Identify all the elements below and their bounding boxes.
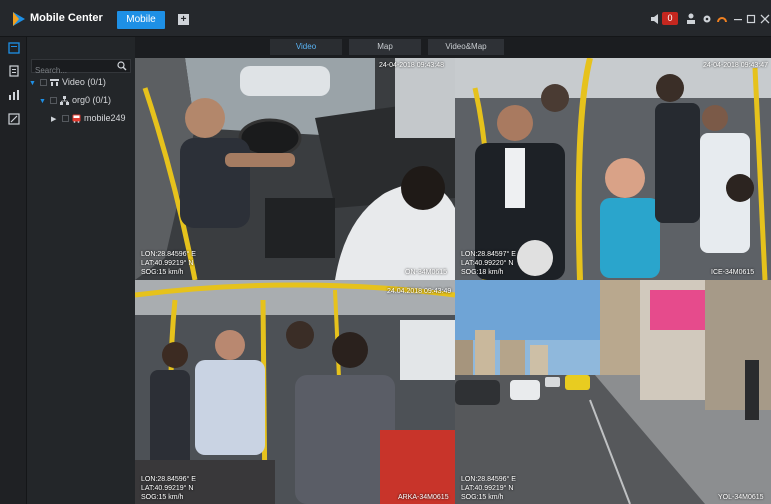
tree-node-label: Video (0/1) [62, 77, 106, 87]
tab-map[interactable]: Map [349, 39, 421, 55]
tree-node-label: mobile249 [84, 113, 126, 123]
tree-node-video[interactable]: ▼ Video (0/1) [29, 77, 106, 91]
collapse-arrow-icon[interactable]: ▼ [29, 80, 37, 87]
osd-speed: SOG:15 km/h [461, 494, 504, 501]
osd-latitude: LAT:40.99219° N [461, 485, 514, 492]
osd-speed: SOG:18 km/h [461, 269, 504, 276]
playback-icon[interactable] [8, 65, 20, 77]
osd-timestamp: 24-04-2018 09:43:47 [703, 62, 768, 69]
expand-arrow-icon[interactable]: ▶ [51, 115, 59, 123]
osd-latitude: LAT:40.99219° N [141, 485, 194, 492]
app-title: Mobile Center [30, 12, 103, 24]
osd-speed: SOG:15 km/h [141, 269, 184, 276]
close-icon[interactable] [760, 12, 770, 26]
osd-longitude: LON:28.84597° E [461, 251, 516, 258]
osd-timestamp: 24-04-2018 09:43:48 [379, 62, 444, 69]
search-box [31, 59, 131, 77]
view-tabs: Video Map Video&Map [135, 37, 771, 58]
mobile-mode-button[interactable]: Mobile [117, 11, 165, 29]
mobile-center-window: Mobile Center Mobile + 0 Search... ▼ Vid… [0, 0, 771, 504]
osd-camera-name: ON-34M0615 [405, 269, 448, 276]
alarm-count-badge[interactable]: 0 [662, 12, 678, 25]
tree-node-label: org0 (0/1) [72, 95, 112, 105]
minimize-icon[interactable] [733, 12, 743, 26]
video-cell-interior[interactable]: 24-04-2018 09:43:47 LON:28.84597° E LAT:… [455, 58, 771, 280]
video-cell-rear[interactable]: 24.04.2018 09:43:49 LON:28.84596° E LAT:… [135, 280, 455, 504]
speaker-icon[interactable] [651, 12, 661, 26]
osd-longitude: LON:28.84596° E [461, 476, 516, 483]
osd-camera-name: ARKA-34M0615 [398, 494, 449, 501]
tab-video[interactable]: Video [270, 39, 342, 55]
user-icon[interactable] [686, 12, 696, 26]
checkbox[interactable] [50, 97, 57, 105]
search-input[interactable] [32, 64, 112, 77]
osd-speed: SOG:15 km/h [141, 494, 184, 501]
collapse-arrow-icon[interactable]: ▼ [39, 98, 47, 105]
osd-longitude: LON:28.84596° E [141, 251, 196, 258]
tree-node-mobile249[interactable]: ▶ mobile249 [51, 113, 126, 127]
gear-icon[interactable] [702, 12, 712, 26]
statistics-icon[interactable] [8, 89, 20, 101]
driver-cabin-feed [135, 58, 455, 280]
checkbox[interactable] [40, 79, 47, 87]
video-cell-road[interactable]: LON:28.84596° E LAT:40.99219° N SOG:15 k… [455, 280, 771, 504]
osd-latitude: LAT:40.99219° N [141, 260, 194, 267]
interior-feed [455, 58, 771, 280]
app-logo-icon [13, 12, 25, 26]
add-tab-button[interactable]: + [178, 14, 189, 25]
left-rail [0, 37, 27, 504]
osd-camera-name: YOL-34M0615 [718, 494, 764, 501]
maximize-icon[interactable] [746, 12, 756, 26]
bus-icon [72, 114, 81, 124]
tab-video-map[interactable]: Video&Map [428, 39, 504, 55]
search-icon[interactable] [117, 61, 127, 71]
osd-timestamp: 24.04.2018 09:43:49 [387, 288, 452, 295]
performance-gauge-icon[interactable] [717, 12, 727, 26]
osd-longitude: LON:28.84596° E [141, 476, 196, 483]
checkbox[interactable] [62, 115, 69, 123]
osd-latitude: LAT:40.99220° N [461, 260, 514, 267]
organization-icon [60, 96, 69, 106]
tree-node-org0[interactable]: ▼ org0 (0/1) [39, 95, 111, 109]
live-video-icon[interactable] [8, 42, 20, 54]
device-tree-panel: ▼ Video (0/1) ▼ org0 (0/1) ▶ mobile249 [27, 37, 135, 504]
title-bar: Mobile Center Mobile + 0 [0, 0, 771, 37]
osd-camera-name: ICE-34M0615 [711, 269, 755, 276]
video-cell-front[interactable]: 24-04-2018 09:43:48 LON:28.84596° E LAT:… [135, 58, 455, 280]
edit-icon[interactable] [8, 113, 20, 125]
rear-interior-feed [135, 280, 455, 504]
group-icon [50, 79, 59, 87]
road-feed [455, 280, 771, 504]
